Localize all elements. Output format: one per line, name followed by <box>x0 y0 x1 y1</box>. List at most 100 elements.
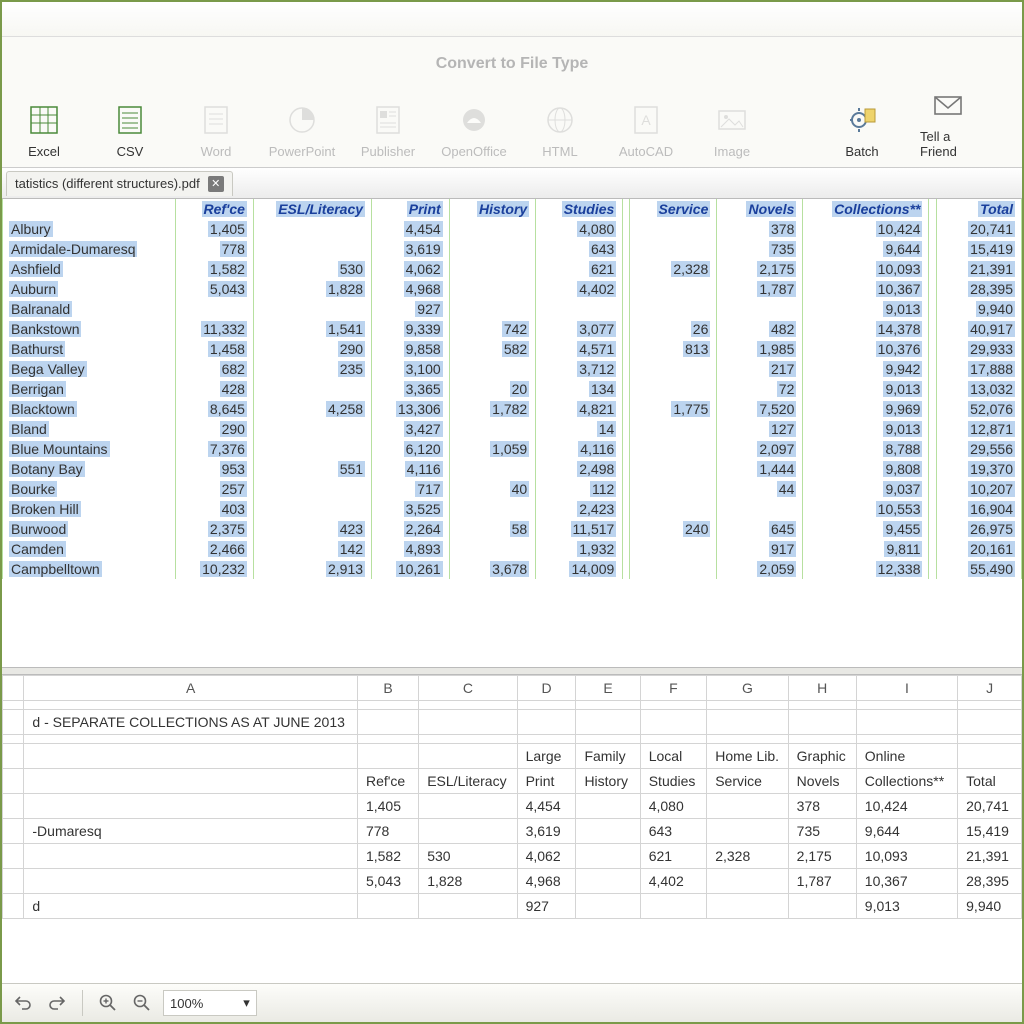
pdf-preview-pane[interactable]: Ref'ceESL/LiteracyPrintHistoryStudiesSer… <box>2 199 1022 667</box>
sheet-cell[interactable] <box>357 735 418 744</box>
sheet-cell[interactable] <box>576 894 640 919</box>
sheet-cell[interactable]: d <box>24 894 358 919</box>
undo-button[interactable] <box>10 990 36 1016</box>
sheet-cell[interactable] <box>24 744 358 769</box>
sheet-cell[interactable]: 530 <box>419 844 517 869</box>
sheet-cell[interactable] <box>640 735 706 744</box>
sheet-cell[interactable]: 10,367 <box>856 869 957 894</box>
sheet-cell[interactable]: 4,062 <box>517 844 576 869</box>
sheet-cell[interactable] <box>958 701 1022 710</box>
sheet-cell[interactable] <box>357 744 418 769</box>
zoom-in-button[interactable] <box>95 990 121 1016</box>
sheet-cell[interactable]: 1,582 <box>357 844 418 869</box>
sheet-cell[interactable]: Local <box>640 744 706 769</box>
sheet-cell[interactable] <box>419 710 517 735</box>
sheet-cell[interactable]: 10,424 <box>856 794 957 819</box>
col-header[interactable]: D <box>517 676 576 701</box>
close-icon[interactable]: ✕ <box>208 176 224 192</box>
sheet-cell[interactable] <box>788 735 856 744</box>
sheet-cell[interactable]: ESL/Literacy <box>419 769 517 794</box>
col-header[interactable]: G <box>707 676 788 701</box>
sheet-cell[interactable]: Total <box>958 769 1022 794</box>
sheet-cell[interactable] <box>419 819 517 844</box>
sheet-cell[interactable]: 4,454 <box>517 794 576 819</box>
sheet-cell[interactable]: 3,619 <box>517 819 576 844</box>
sheet-cell[interactable] <box>24 869 358 894</box>
row-header[interactable] <box>3 769 24 794</box>
ribbon-csv-button[interactable]: CSV <box>96 98 164 163</box>
sheet-cell[interactable] <box>707 735 788 744</box>
sheet-cell[interactable] <box>856 710 957 735</box>
sheet-cell[interactable]: Service <box>707 769 788 794</box>
sheet-cell[interactable] <box>707 819 788 844</box>
sheet-cell[interactable] <box>576 701 640 710</box>
sheet-cell[interactable]: -Dumaresq <box>24 819 358 844</box>
sheet-cell[interactable]: 378 <box>788 794 856 819</box>
sheet-cell[interactable]: 28,395 <box>958 869 1022 894</box>
row-header[interactable] <box>3 701 24 710</box>
sheet-cell[interactable]: d - SEPARATE COLLECTIONS AS AT JUNE 2013 <box>24 710 358 735</box>
sheet-cell[interactable] <box>958 735 1022 744</box>
sheet-cell[interactable] <box>517 735 576 744</box>
sheet-cell[interactable] <box>958 744 1022 769</box>
zoom-select[interactable]: 100% ▾ <box>163 990 257 1016</box>
sheet-cell[interactable] <box>576 794 640 819</box>
sheet-cell[interactable] <box>517 710 576 735</box>
sheet-cell[interactable]: 643 <box>640 819 706 844</box>
sheet-cell[interactable] <box>24 794 358 819</box>
sheet-cell[interactable] <box>707 710 788 735</box>
sheet-cell[interactable] <box>24 735 358 744</box>
sheet-cell[interactable] <box>357 710 418 735</box>
sheet-cell[interactable]: 5,043 <box>357 869 418 894</box>
sheet-cell[interactable] <box>640 701 706 710</box>
sheet-cell[interactable]: 9,644 <box>856 819 957 844</box>
sheet-cell[interactable]: Online <box>856 744 957 769</box>
col-header[interactable]: F <box>640 676 706 701</box>
spreadsheet-preview-pane[interactable]: ABCDEFGHIJd - SEPARATE COLLECTIONS AS AT… <box>2 675 1022 989</box>
ribbon-tell-button[interactable]: Tell a Friend <box>914 83 982 163</box>
row-header[interactable] <box>3 869 24 894</box>
sheet-cell[interactable] <box>856 701 957 710</box>
sheet-cell[interactable] <box>856 735 957 744</box>
sheet-cell[interactable]: 21,391 <box>958 844 1022 869</box>
sheet-cell[interactable] <box>707 701 788 710</box>
sheet-cell[interactable]: 2,175 <box>788 844 856 869</box>
row-header[interactable] <box>3 744 24 769</box>
sheet-cell[interactable]: Large <box>517 744 576 769</box>
document-tab[interactable]: tatistics (different structures).pdf ✕ <box>6 171 233 196</box>
row-header[interactable] <box>3 819 24 844</box>
sheet-cell[interactable] <box>419 735 517 744</box>
sheet-cell[interactable]: Novels <box>788 769 856 794</box>
sheet-cell[interactable]: 621 <box>640 844 706 869</box>
sheet-cell[interactable] <box>517 701 576 710</box>
sheet-cell[interactable] <box>419 794 517 819</box>
redo-button[interactable] <box>44 990 70 1016</box>
sheet-cell[interactable]: 1,405 <box>357 794 418 819</box>
zoom-out-button[interactable] <box>129 990 155 1016</box>
col-header[interactable]: E <box>576 676 640 701</box>
sheet-cell[interactable]: 927 <box>517 894 576 919</box>
sheet-cell[interactable]: 9,940 <box>958 894 1022 919</box>
sheet-cell[interactable] <box>958 710 1022 735</box>
col-header[interactable]: B <box>357 676 418 701</box>
sheet-cell[interactable]: 4,080 <box>640 794 706 819</box>
sheet-cell[interactable]: 778 <box>357 819 418 844</box>
sheet-cell[interactable]: 4,968 <box>517 869 576 894</box>
sheet-cell[interactable] <box>357 701 418 710</box>
sheet-cell[interactable]: 10,093 <box>856 844 957 869</box>
sheet-cell[interactable]: 735 <box>788 819 856 844</box>
sheet-cell[interactable] <box>640 710 706 735</box>
ribbon-excel-button[interactable]: Excel <box>10 98 78 163</box>
sheet-cell[interactable]: 4,402 <box>640 869 706 894</box>
sheet-cell[interactable] <box>707 794 788 819</box>
sheet-cell[interactable]: Family <box>576 744 640 769</box>
ribbon-batch-button[interactable]: Batch <box>828 98 896 163</box>
sheet-cell[interactable] <box>576 735 640 744</box>
col-header[interactable]: J <box>958 676 1022 701</box>
sheet-cell[interactable]: History <box>576 769 640 794</box>
sheet-cell[interactable] <box>707 869 788 894</box>
sheet-cell[interactable] <box>576 869 640 894</box>
sheet-cell[interactable]: Print <box>517 769 576 794</box>
splitter[interactable] <box>2 667 1022 675</box>
sheet-cell[interactable]: 15,419 <box>958 819 1022 844</box>
